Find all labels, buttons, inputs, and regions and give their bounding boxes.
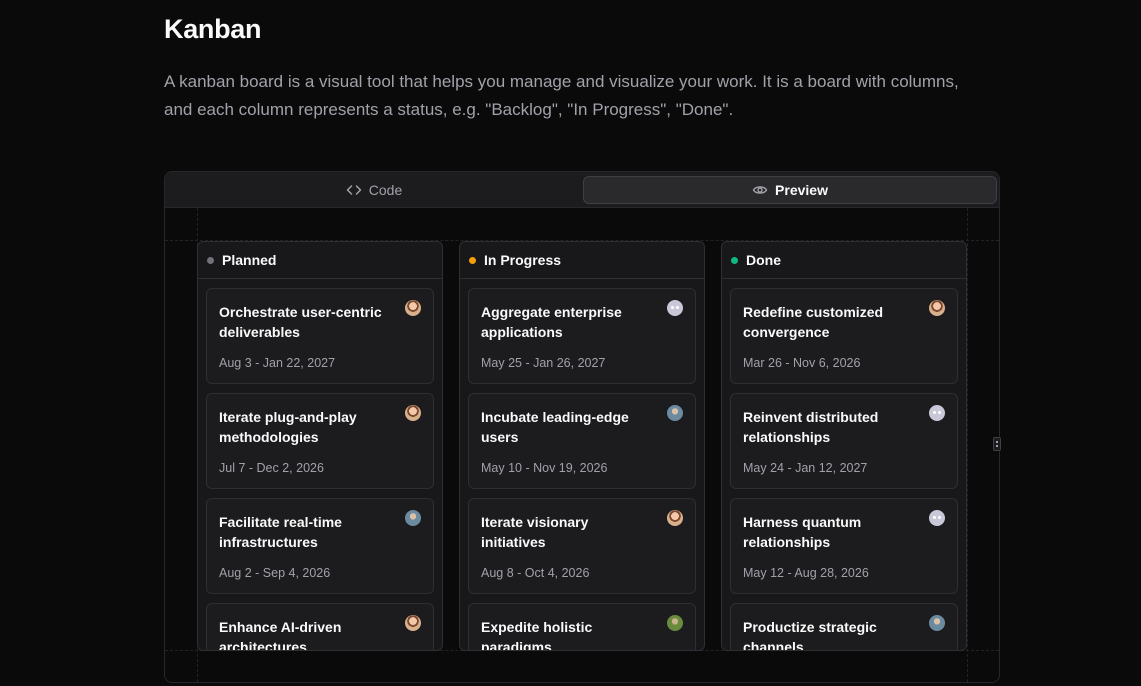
avatar	[929, 615, 945, 631]
avatar	[405, 405, 421, 421]
status-dot	[469, 256, 476, 264]
kanban-card[interactable]: Iterate plug-and-play methodologies Jul …	[206, 393, 434, 489]
guide-line	[967, 208, 968, 682]
card-title: Expedite holistic paradigms	[481, 619, 593, 651]
page-title: Kanban	[164, 14, 262, 44]
kanban-card[interactable]: Reinvent distributed relationships May 2…	[730, 393, 958, 489]
tab-code[interactable]: Code	[165, 176, 583, 204]
avatar	[929, 405, 945, 421]
kanban-column-done: Done Redefine customized convergence Mar…	[721, 241, 967, 651]
kanban-card[interactable]: Enhance AI-driven architectures	[206, 603, 434, 651]
eye-icon	[752, 186, 768, 194]
avatar	[405, 300, 421, 316]
avatar	[929, 300, 945, 316]
card-list: Aggregate enterprise applications May 25…	[460, 279, 704, 651]
avatar	[667, 615, 683, 631]
kanban-card[interactable]: Iterate visionary initiatives Aug 8 - Oc…	[468, 498, 696, 594]
card-date: May 12 - Aug 28, 2026	[743, 566, 869, 580]
kanban-card[interactable]: Orchestrate user-centric deliverables Au…	[206, 288, 434, 384]
card-date: May 10 - Nov 19, 2026	[481, 461, 608, 475]
avatar	[667, 405, 683, 421]
tab-preview-label: Preview	[775, 182, 828, 198]
status-dot	[207, 256, 214, 264]
card-title: Productize strategic channels	[743, 619, 877, 651]
card-title: Redefine customized convergence	[743, 304, 884, 340]
card-title: Harness quantum relationships	[743, 514, 862, 550]
kanban-card[interactable]: Productize strategic channels	[730, 603, 958, 651]
kanban-card[interactable]: Redefine customized convergence Mar 26 -…	[730, 288, 958, 384]
card-list: Orchestrate user-centric deliverables Au…	[198, 279, 442, 651]
tab-bar: Code Preview	[165, 172, 999, 208]
avatar	[405, 510, 421, 526]
card-title: Iterate plug-and-play methodologies	[219, 409, 357, 445]
kanban-column-planned: Planned Orchestrate user-centric deliver…	[197, 241, 443, 651]
avatar	[667, 300, 683, 316]
card-title: Facilitate real-time infrastructures	[219, 514, 342, 550]
kanban-card[interactable]: Aggregate enterprise applications May 25…	[468, 288, 696, 384]
card-title: Iterate visionary initiatives	[481, 514, 589, 550]
card-list: Redefine customized convergence Mar 26 -…	[722, 279, 966, 651]
tab-code-label: Code	[368, 182, 403, 198]
kanban-card[interactable]: Expedite holistic paradigms	[468, 603, 696, 651]
kanban-card[interactable]: Incubate leading-edge users May 10 - Nov…	[468, 393, 696, 489]
component-demo: Code Preview Planned Orchestrate user-ce…	[164, 171, 1000, 683]
card-date: May 24 - Jan 12, 2027	[743, 461, 868, 475]
kanban-card[interactable]: Harness quantum relationships May 12 - A…	[730, 498, 958, 594]
column-title: Done	[746, 252, 781, 268]
card-date: Jul 7 - Dec 2, 2026	[219, 461, 324, 475]
card-title: Orchestrate user-centric deliverables	[219, 304, 382, 340]
card-title: Aggregate enterprise applications	[481, 304, 622, 340]
column-header: In Progress	[460, 242, 704, 279]
column-title: Planned	[222, 252, 277, 268]
card-title: Reinvent distributed relationships	[743, 409, 879, 445]
card-date: May 25 - Jan 26, 2027	[481, 356, 606, 370]
column-title: In Progress	[484, 252, 562, 268]
resize-handle[interactable]	[993, 437, 1001, 451]
avatar	[929, 510, 945, 526]
tab-preview[interactable]: Preview	[583, 176, 997, 204]
kanban-column-in-progress: In Progress Aggregate enterprise applica…	[459, 241, 705, 651]
card-title: Enhance AI-driven architectures	[219, 619, 342, 651]
avatar	[405, 615, 421, 631]
avatar	[667, 510, 683, 526]
card-date: Aug 8 - Oct 4, 2026	[481, 566, 590, 580]
card-date: Aug 2 - Sep 4, 2026	[219, 566, 331, 580]
card-date: Mar 26 - Nov 6, 2026	[743, 356, 861, 370]
page-description: A kanban board is a visual tool that hel…	[164, 72, 959, 119]
card-title: Incubate leading-edge users	[481, 409, 629, 445]
kanban-card[interactable]: Facilitate real-time infrastructures Aug…	[206, 498, 434, 594]
card-date: Aug 3 - Jan 22, 2027	[219, 356, 336, 370]
status-dot	[731, 256, 738, 264]
column-header: Planned	[198, 242, 442, 279]
column-header: Done	[722, 242, 966, 279]
code-icon	[346, 185, 362, 195]
